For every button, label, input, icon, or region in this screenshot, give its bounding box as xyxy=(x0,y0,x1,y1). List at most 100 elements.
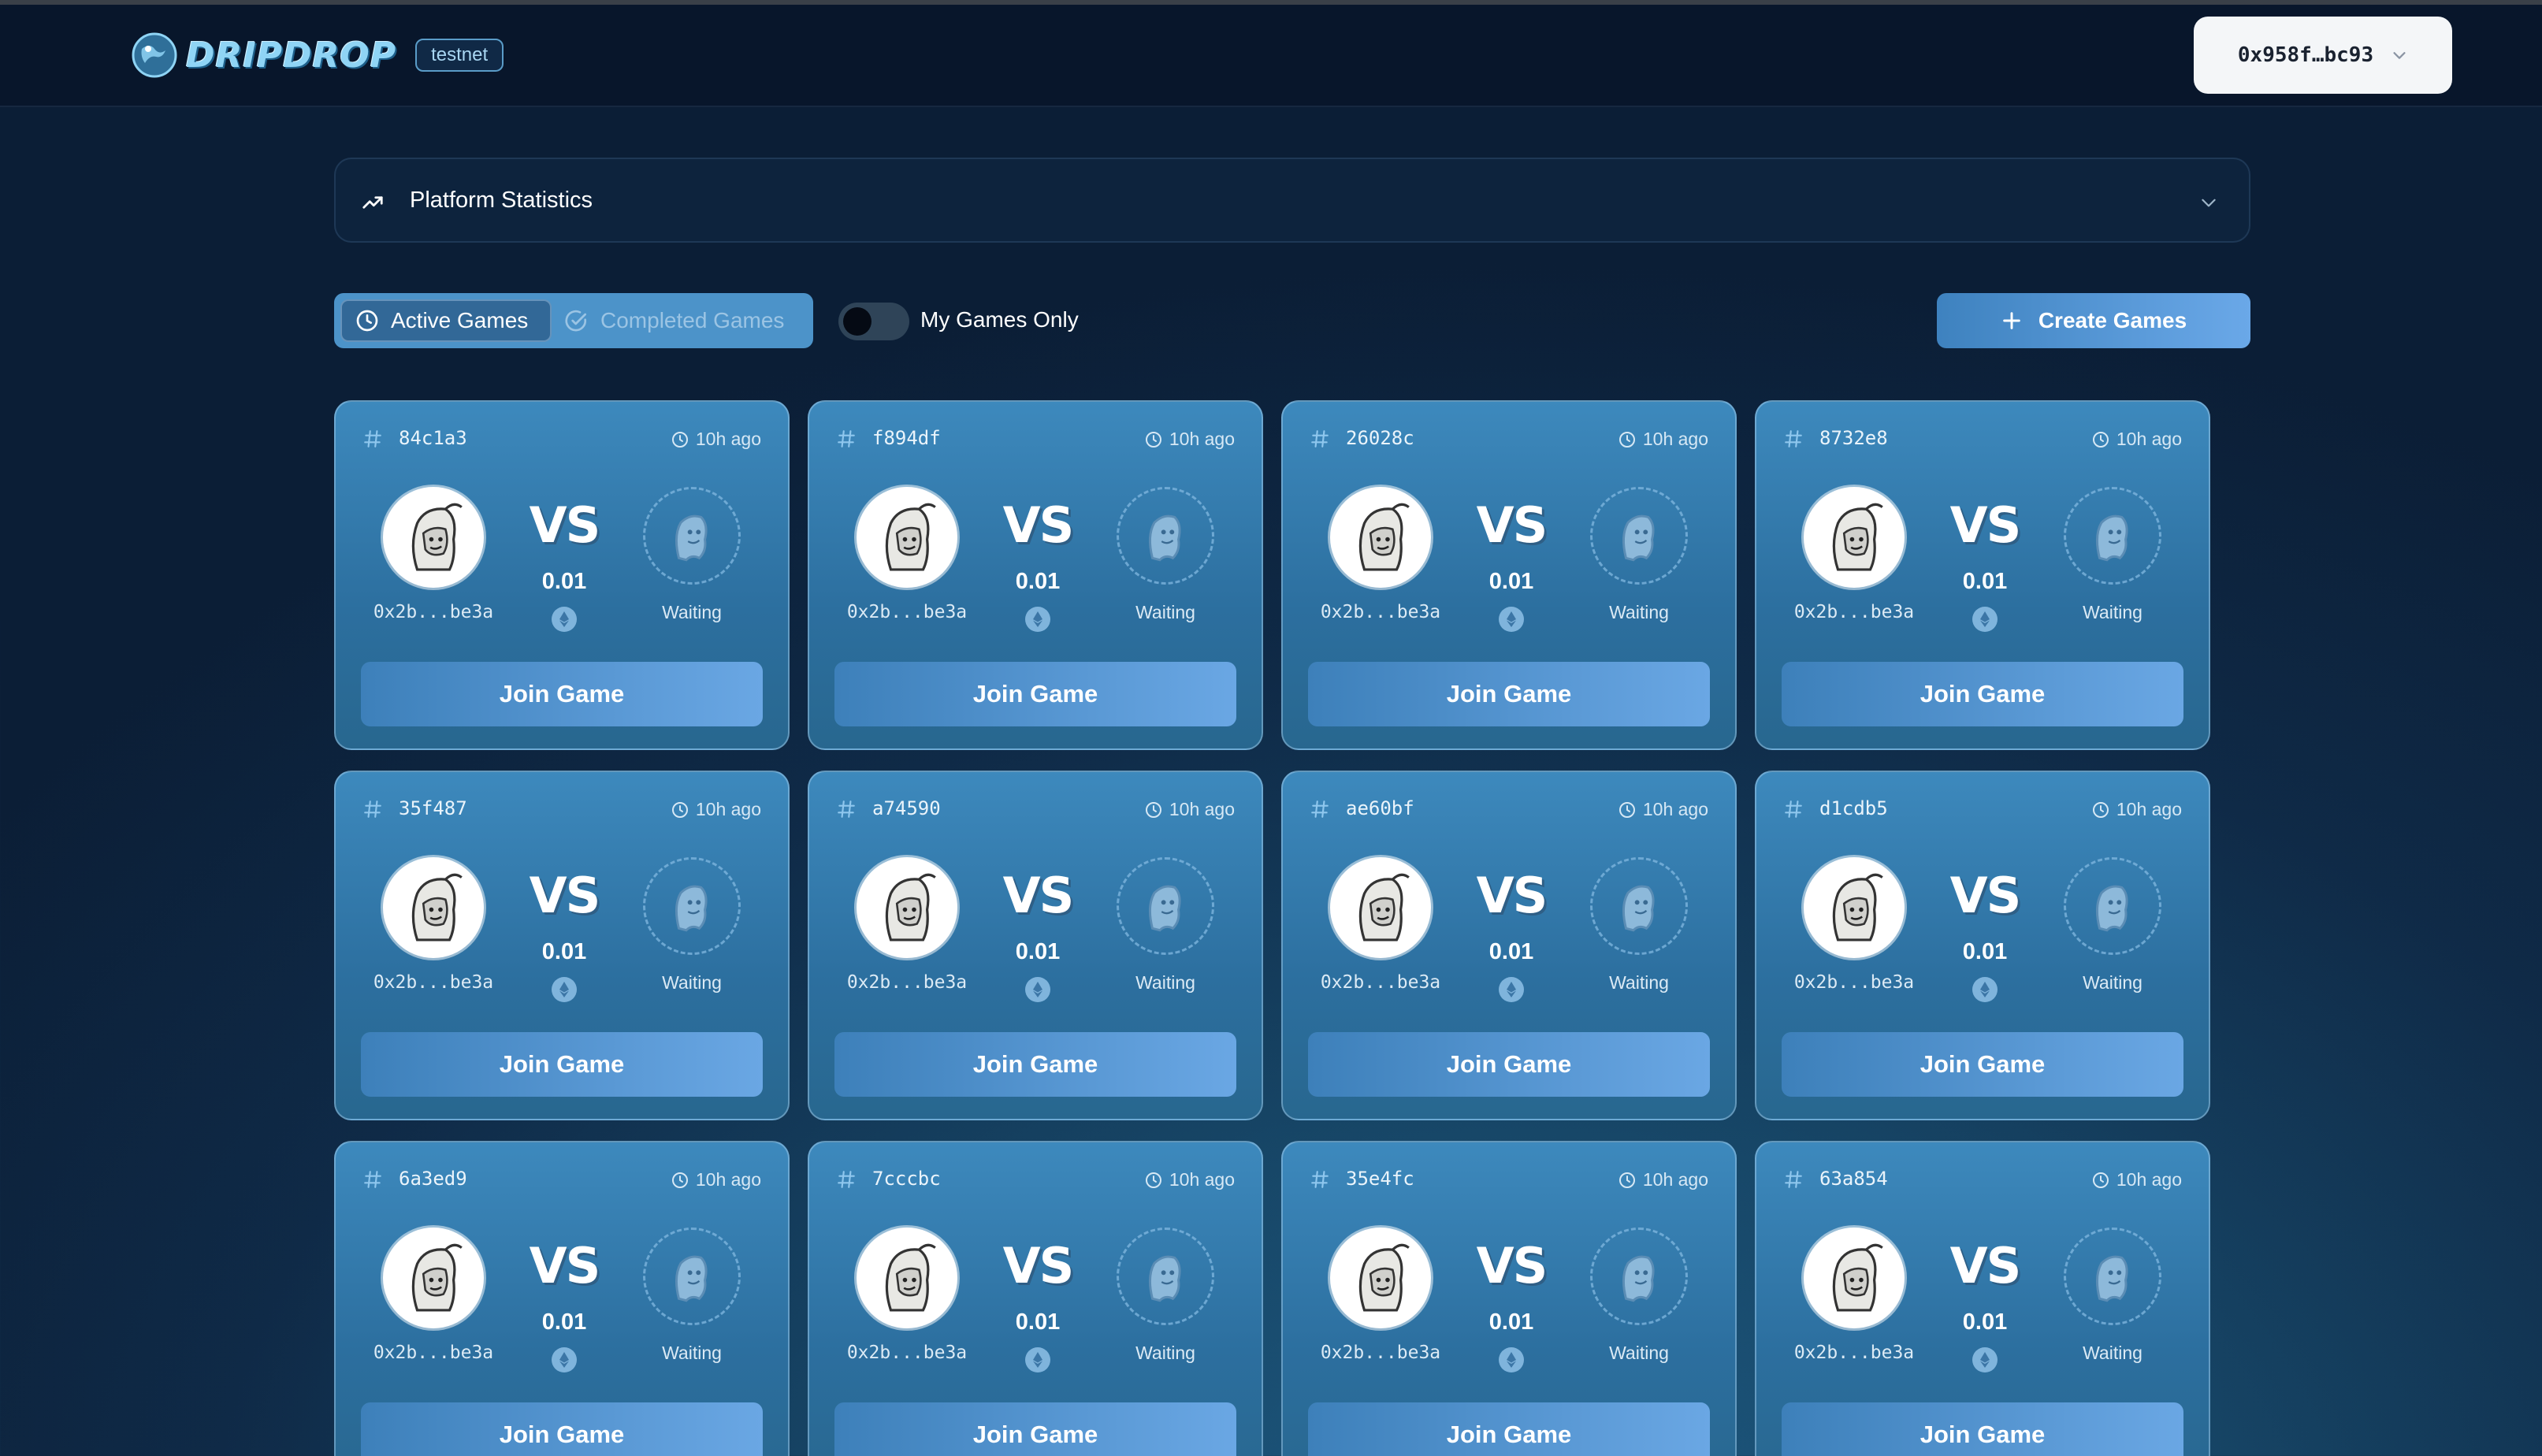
clock-icon xyxy=(2092,801,2109,818)
versus-label: VS xyxy=(1949,867,2022,924)
ghost-character-icon xyxy=(2096,1255,2128,1302)
hooded-character-icon xyxy=(1358,1243,1410,1312)
game-id: a74590 xyxy=(872,797,941,819)
eth-icon xyxy=(552,977,577,1002)
versus-label: VS xyxy=(529,496,601,554)
eth-icon xyxy=(1499,977,1524,1002)
game-card: 84c1a3 10h ago VS 0.01 0x2b...be3a Waiti… xyxy=(334,400,790,750)
ghost-character-icon xyxy=(2096,885,2128,932)
trending-up-icon xyxy=(362,196,383,209)
join-game-button[interactable]: Join Game xyxy=(1782,1402,2183,1456)
opponent-avatar xyxy=(2064,857,2161,955)
join-game-button[interactable]: Join Game xyxy=(1308,1402,1710,1456)
hash-icon xyxy=(364,800,381,818)
hash-icon xyxy=(364,430,381,448)
join-game-button[interactable]: Join Game xyxy=(1308,662,1710,726)
hooded-character-icon xyxy=(1358,503,1410,571)
versus-label: VS xyxy=(1002,1237,1075,1294)
chevron-down-icon xyxy=(2202,199,2216,207)
game-card: d1cdb5 10h ago VS 0.01 0x2b...be3a Waiti… xyxy=(1755,771,2210,1120)
join-game-button[interactable]: Join Game xyxy=(361,662,763,726)
wager-amount: 0.01 xyxy=(1015,569,1061,594)
creator-address: 0x2b...be3a xyxy=(846,972,968,993)
ghost-character-icon xyxy=(1622,1255,1655,1302)
opponent-status: Waiting xyxy=(2083,602,2142,622)
logo-text: DRIPDROP xyxy=(186,35,397,76)
game-time: 10h ago xyxy=(1144,429,1235,450)
creator-address: 0x2b...be3a xyxy=(1793,602,1915,622)
eth-icon xyxy=(552,1347,577,1372)
game-time-label: 10h ago xyxy=(1642,1169,1708,1190)
join-game-button[interactable]: Join Game xyxy=(834,662,1236,726)
opponent-status: Waiting xyxy=(1135,972,1195,993)
join-game-button[interactable]: Join Game xyxy=(834,1402,1236,1456)
creator-avatar xyxy=(1330,1228,1431,1328)
creator-address: 0x2b...be3a xyxy=(373,972,494,993)
creator-avatar xyxy=(857,1228,957,1328)
ghost-character-icon xyxy=(675,514,708,562)
tab-active-games[interactable]: Active Games xyxy=(340,299,552,342)
hash-icon xyxy=(1311,800,1329,818)
clock-icon xyxy=(2092,431,2109,448)
creator-address: 0x2b...be3a xyxy=(1320,1343,1441,1363)
eth-icon xyxy=(1972,977,1998,1002)
game-id: 6a3ed9 xyxy=(399,1168,467,1190)
ghost-character-icon xyxy=(1149,514,1181,562)
clock-icon xyxy=(671,431,688,448)
creator-avatar xyxy=(383,1228,484,1328)
game-time: 10h ago xyxy=(671,799,761,820)
wallet-button[interactable]: 0x958f…bc93 xyxy=(2194,17,2452,94)
hooded-character-icon xyxy=(411,873,463,942)
platform-statistics-panel[interactable]: Platform Statistics xyxy=(334,158,2250,243)
wager-amount: 0.01 xyxy=(1962,569,2008,594)
wager-amount: 0.01 xyxy=(541,1309,587,1335)
creator-address: 0x2b...be3a xyxy=(373,602,494,622)
hooded-character-icon xyxy=(411,503,463,571)
game-time: 10h ago xyxy=(671,1169,761,1190)
game-time-label: 10h ago xyxy=(695,1169,761,1190)
game-time-label: 10h ago xyxy=(1642,799,1708,819)
hash-icon xyxy=(1311,430,1329,448)
creator-avatar xyxy=(1330,487,1431,588)
check-circle-icon xyxy=(565,310,587,332)
join-game-button[interactable]: Join Game xyxy=(1308,1032,1710,1097)
join-game-button[interactable]: Join Game xyxy=(1782,1032,2183,1097)
ghost-character-icon xyxy=(1622,885,1655,932)
clock-icon xyxy=(1145,801,1161,818)
creator-avatar xyxy=(1804,857,1905,958)
game-id: 7cccbc xyxy=(872,1168,941,1190)
game-time: 10h ago xyxy=(671,429,761,450)
join-game-button[interactable]: Join Game xyxy=(834,1032,1236,1097)
game-id: 26028c xyxy=(1346,427,1414,449)
my-games-only-toggle[interactable] xyxy=(838,303,909,340)
game-time-label: 10h ago xyxy=(2116,1169,2182,1190)
creator-address: 0x2b...be3a xyxy=(846,602,968,622)
join-game-button[interactable]: Join Game xyxy=(1782,662,2183,726)
hash-icon xyxy=(838,430,855,448)
tab-completed-games[interactable]: Completed Games xyxy=(552,299,804,342)
wager-amount: 0.01 xyxy=(1488,569,1534,594)
hash-icon xyxy=(1785,800,1802,818)
game-time: 10h ago xyxy=(2091,799,2182,820)
join-game-button[interactable]: Join Game xyxy=(361,1032,763,1097)
game-id: 8732e8 xyxy=(1819,427,1888,449)
chevron-down-icon xyxy=(2393,52,2406,59)
brand[interactable]: DRIPDROP testnet xyxy=(131,32,504,79)
creator-address: 0x2b...be3a xyxy=(1320,972,1441,993)
eth-icon xyxy=(1025,1347,1050,1372)
opponent-avatar xyxy=(1117,857,1214,955)
ghost-character-icon xyxy=(675,1255,708,1302)
game-card: 35e4fc 10h ago VS 0.01 0x2b...be3a Waiti… xyxy=(1281,1141,1737,1456)
wager-amount: 0.01 xyxy=(1962,939,2008,964)
toggle-knob xyxy=(843,307,871,336)
network-badge: testnet xyxy=(415,39,504,72)
versus-label: VS xyxy=(1476,1237,1548,1294)
hooded-character-icon xyxy=(1832,873,1883,942)
create-games-button[interactable]: Create Games xyxy=(1937,293,2250,348)
opponent-avatar xyxy=(2064,1228,2161,1325)
globe-drop-icon xyxy=(132,32,177,78)
game-id: d1cdb5 xyxy=(1819,797,1888,819)
join-game-button[interactable]: Join Game xyxy=(361,1402,763,1456)
ghost-character-icon xyxy=(2096,514,2128,562)
clock-icon xyxy=(671,1172,688,1188)
